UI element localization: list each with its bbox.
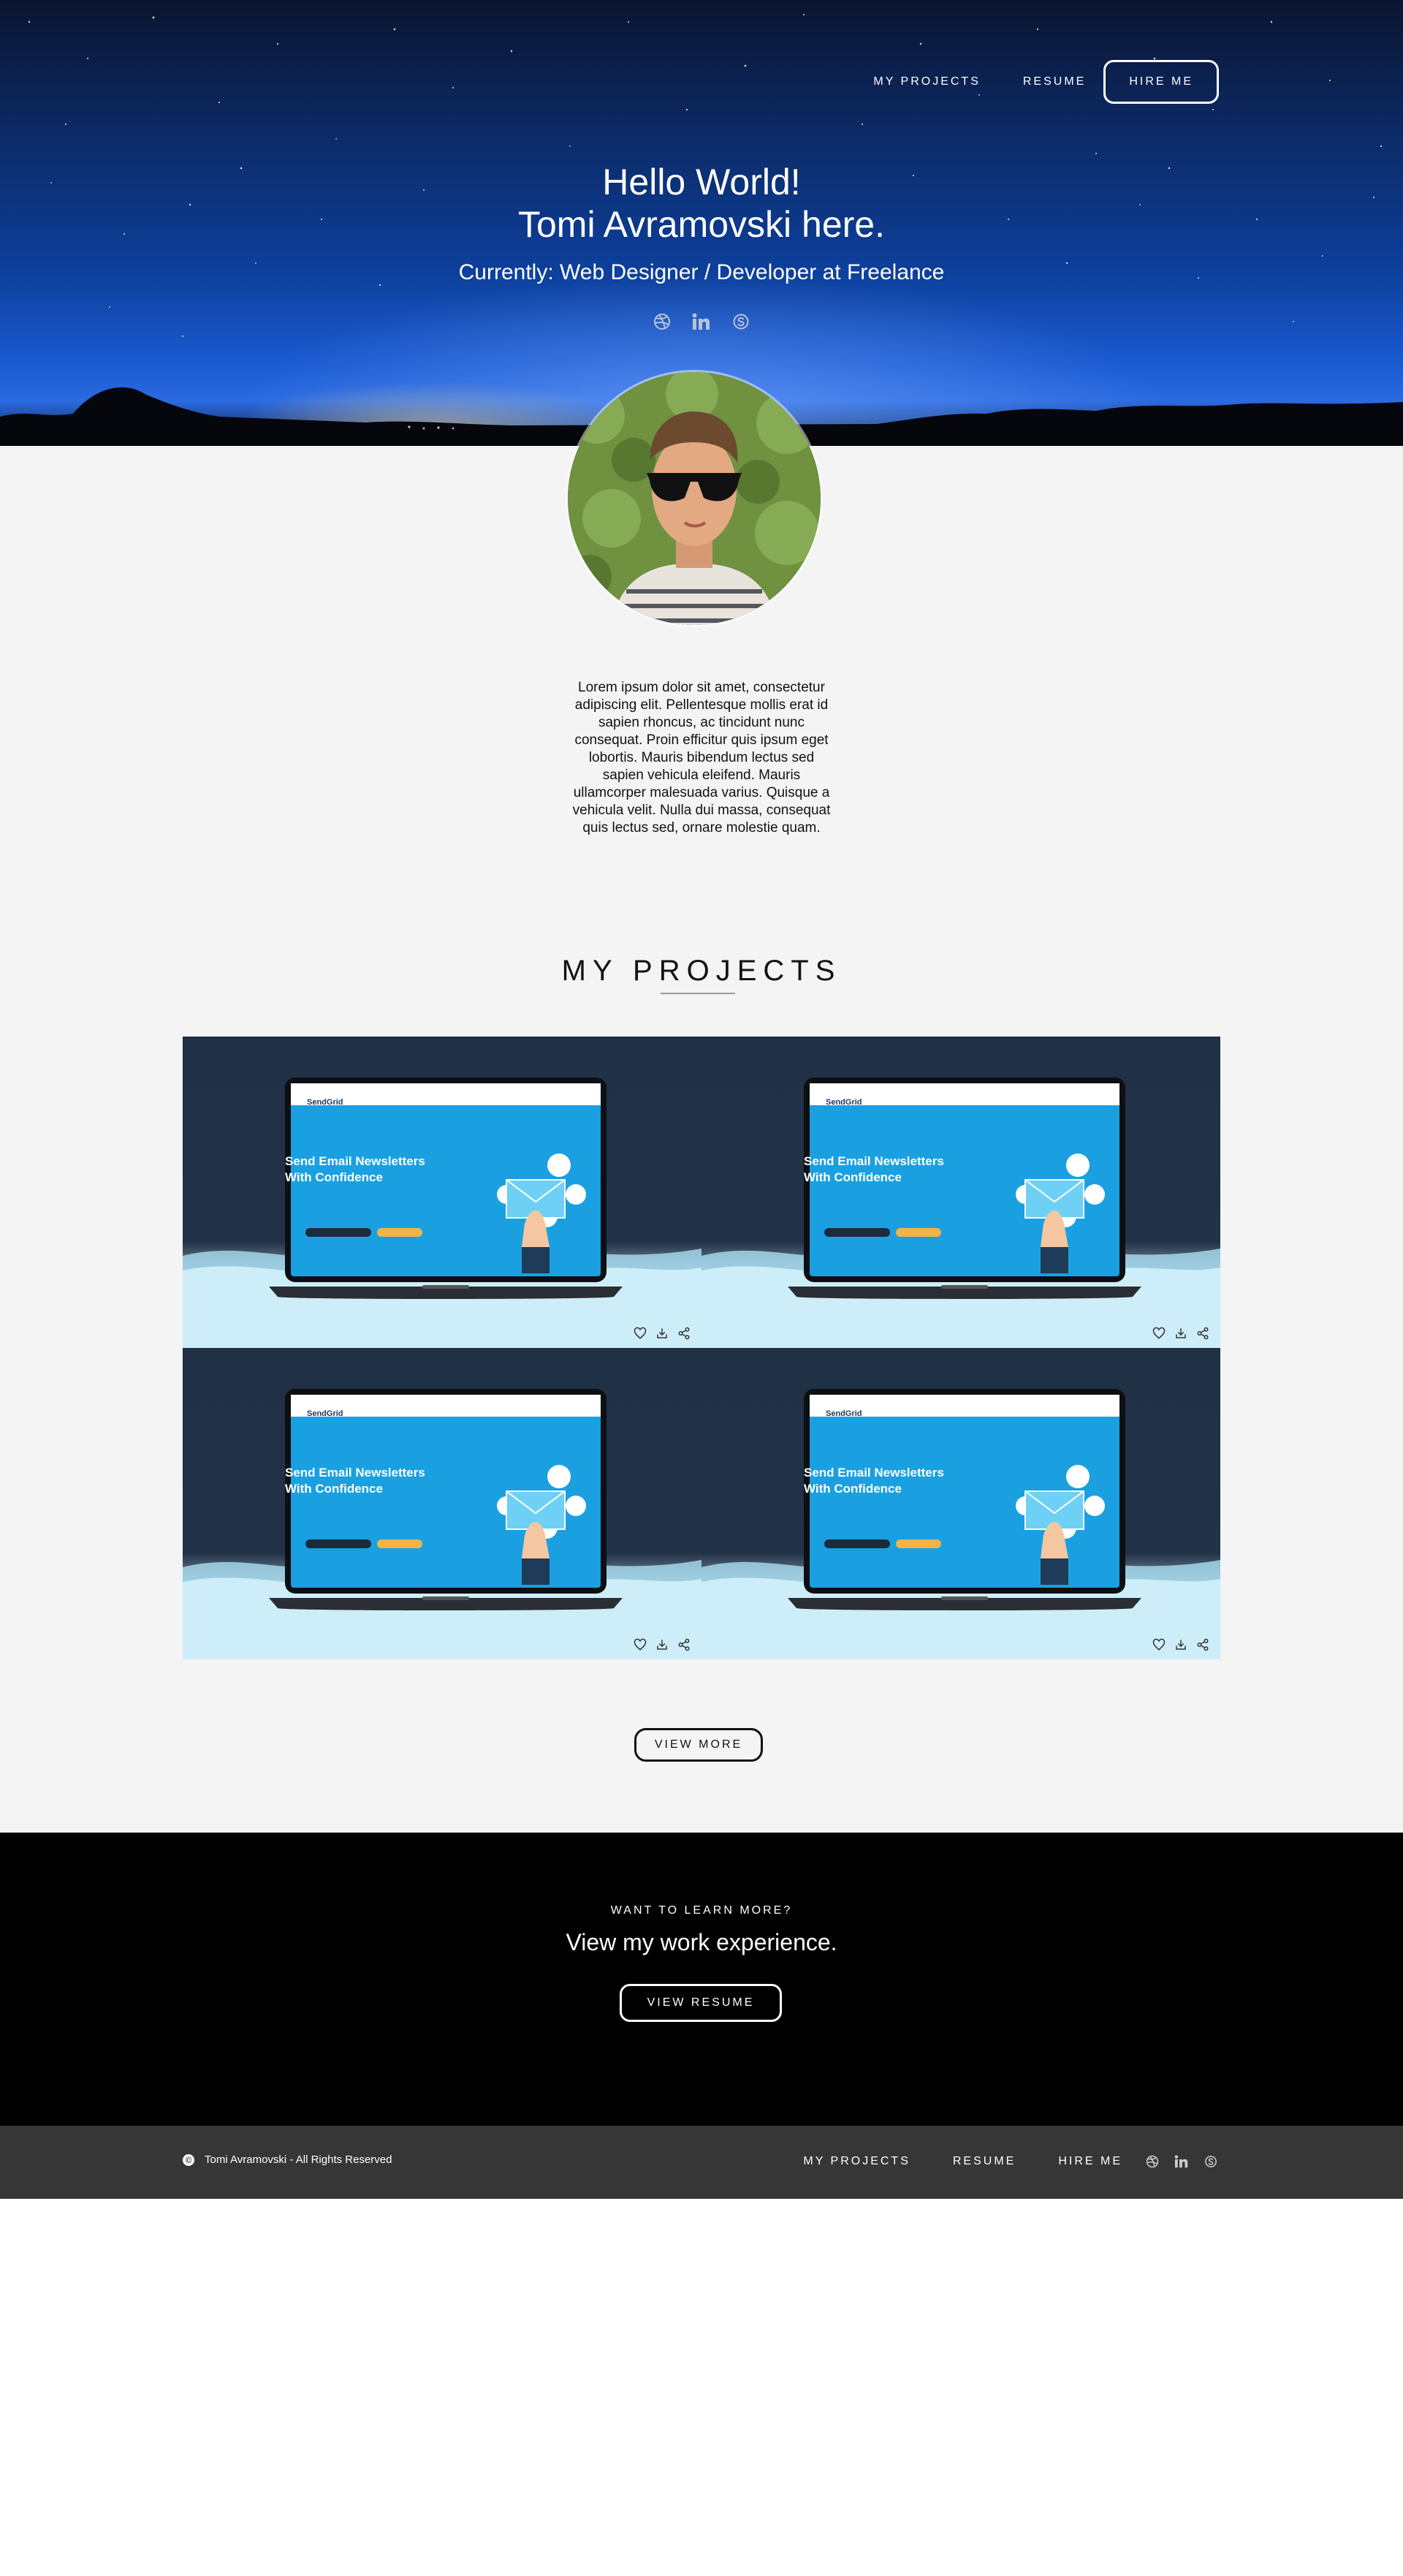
share-icon[interactable] [1195,1326,1210,1341]
hero-social-links [0,311,1403,332]
card-heading: Send Email Newsletters With Confidence [285,1153,425,1186]
share-icon[interactable] [677,1326,691,1341]
title-underline [661,993,735,994]
top-nav: MY PROJECTS RESUME HIRE ME [831,60,1219,104]
footer-nav: MY PROJECTS RESUME HIRE ME [803,2153,1219,2170]
skype-icon[interactable] [1203,2153,1219,2170]
profile-avatar [568,372,821,625]
card-actions [1152,1326,1210,1341]
card-heading-line1: Send Email Newsletters [804,1154,944,1168]
cta-kicker: WANT TO LEARN MORE? [610,1904,793,1917]
heart-icon[interactable] [1152,1326,1166,1341]
hero-heading: Hello World! Tomi Avramovski here. Curre… [0,161,1403,285]
hero-greeting: Hello World! [602,162,801,202]
download-icon[interactable] [1174,1637,1188,1652]
nav-resume[interactable]: RESUME [1023,75,1086,88]
card-heading-line1: Send Email Newsletters [804,1466,944,1480]
footer-social-links [1144,2153,1219,2170]
heart-icon[interactable] [633,1637,647,1652]
view-more-button[interactable]: VIEW MORE [634,1728,763,1762]
card-actions [1152,1637,1210,1652]
footer-nav-hire-me[interactable]: HIRE ME [1058,2155,1122,2168]
dribbble-icon[interactable] [1144,2153,1160,2170]
download-icon[interactable] [655,1326,669,1341]
footer-nav-resume[interactable]: RESUME [953,2155,1016,2168]
card-heading-line2: With Confidence [285,1170,383,1184]
bio-text: Lorem ipsum dolor sit amet, consectetur … [572,680,831,836]
heart-icon[interactable] [1152,1637,1166,1652]
nav-hire-me-button[interactable]: HIRE ME [1103,60,1219,104]
card-heading-line2: With Confidence [804,1170,902,1184]
hero-name: Tomi Avramovski here. [517,204,886,245]
project-card[interactable]: SendGrid Send Email Newsletters With Con… [702,1348,1220,1659]
card-brand: SendGrid [307,1409,343,1418]
skype-icon[interactable] [731,311,751,332]
share-icon[interactable] [1195,1637,1210,1652]
copyright: © Tomi Avramovski - All Rights Reserved [183,2153,392,2166]
card-heading-line1: Send Email Newsletters [285,1154,425,1168]
card-heading-line2: With Confidence [804,1482,902,1496]
card-heading: Send Email Newsletters With Confidence [804,1153,944,1186]
heart-icon[interactable] [633,1326,647,1341]
projects-grid: SendGrid Send Email Newsletters With Con… [183,1037,1220,1659]
laptop-mockup [788,1077,1141,1299]
linkedin-icon[interactable] [691,311,712,332]
laptop-mockup [269,1389,623,1610]
copyright-text: Tomi Avramovski - All Rights Reserved [205,2153,392,2166]
download-icon[interactable] [655,1637,669,1652]
card-brand: SendGrid [826,1409,862,1418]
project-card[interactable]: SendGrid Send Email Newsletters With Con… [183,1037,702,1348]
card-brand: SendGrid [826,1098,862,1107]
card-heading-line1: Send Email Newsletters [285,1466,425,1480]
card-heading: Send Email Newsletters With Confidence [804,1465,944,1497]
resume-cta-section: WANT TO LEARN MORE? View my work experie… [0,1833,1403,2126]
linkedin-icon[interactable] [1174,2153,1190,2170]
footer: © Tomi Avramovski - All Rights Reserved … [0,2126,1403,2199]
cta-headline: View my work experience. [566,1929,837,1955]
project-card[interactable]: SendGrid Send Email Newsletters With Con… [702,1037,1220,1348]
copyright-icon: © [183,2153,194,2166]
footer-nav-my-projects[interactable]: MY PROJECTS [803,2155,910,2168]
hero-occupation: Currently: Web Designer / Developer at F… [458,260,945,284]
laptop-mockup [269,1077,623,1299]
dribbble-icon[interactable] [652,311,672,332]
nav-my-projects[interactable]: MY PROJECTS [873,75,981,88]
project-card[interactable]: SendGrid Send Email Newsletters With Con… [183,1348,702,1659]
download-icon[interactable] [1174,1326,1188,1341]
projects-title: MY PROJECTS [561,955,842,987]
laptop-mockup [788,1389,1141,1610]
card-actions [633,1326,691,1341]
card-actions [633,1637,691,1652]
card-heading: Send Email Newsletters With Confidence [285,1465,425,1497]
card-brand: SendGrid [307,1098,343,1107]
share-icon[interactable] [677,1637,691,1652]
view-resume-button[interactable]: VIEW RESUME [620,1984,782,2022]
card-heading-line2: With Confidence [285,1482,383,1496]
